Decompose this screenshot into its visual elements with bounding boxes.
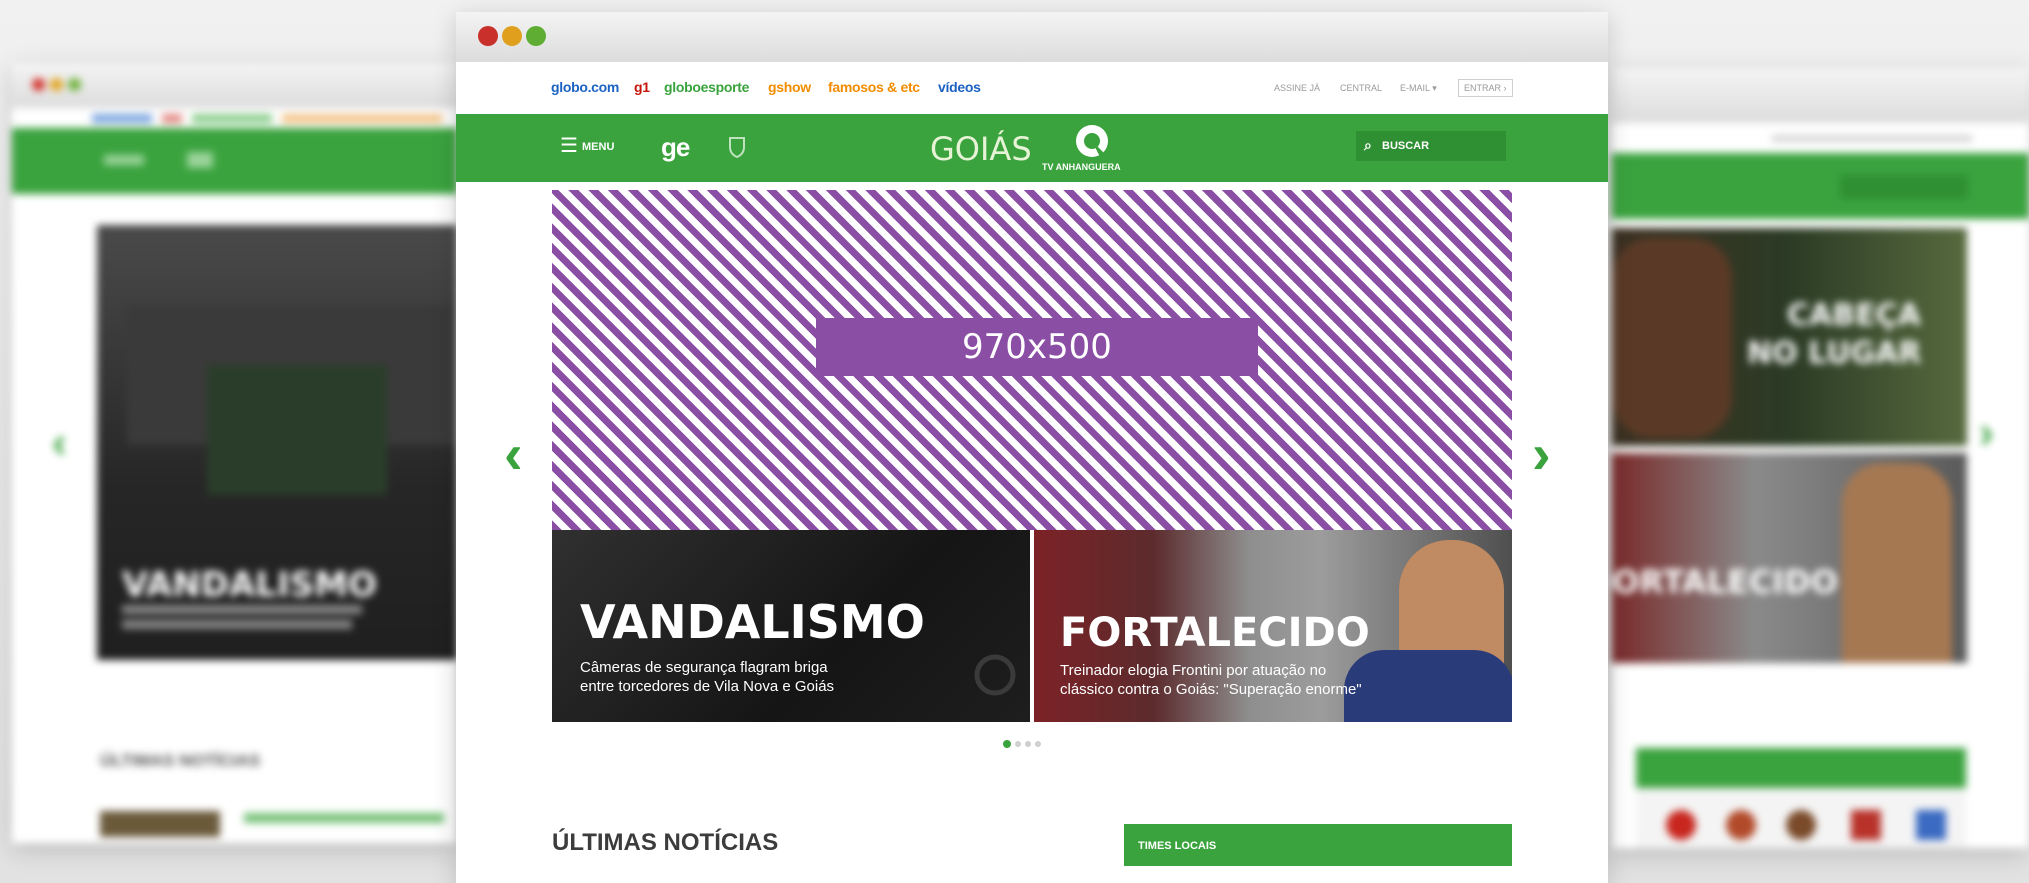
story-card: CABEÇA NO LUGAR (1612, 228, 1967, 446)
latest-news-heading: ÚLTIMAS NOTÍCIAS (100, 751, 261, 770)
pagination-dot[interactable] (1035, 741, 1041, 747)
local-teams-bar (1636, 748, 1966, 788)
globo-network-bar: globo.com g1 globoesporte gshow famosos … (456, 62, 1608, 115)
link-famosos[interactable]: famosos & etc (828, 79, 920, 95)
tv-name: TV ANHANGUERA (1042, 162, 1121, 172)
menu-label[interactable]: MENU (582, 141, 614, 153)
window-chrome (12, 63, 457, 108)
link-gshow[interactable]: gshow (768, 79, 811, 95)
story-card: VANDALISMO (97, 225, 457, 660)
news-headline (244, 813, 444, 823)
site-header: ☰ MENU ge GOIÁS TV ANHANGUERA ⌕ BUSCAR (456, 114, 1608, 182)
search-label: BUSCAR (1382, 140, 1430, 152)
minimize-dot-icon (50, 78, 63, 91)
ad-placeholder[interactable]: 970x500 (552, 190, 1512, 530)
globo-bar (12, 108, 457, 128)
story-subtitle-line1: Treinador elogia Frontini por atuação no (1060, 662, 1327, 679)
pagination-dot[interactable] (1015, 741, 1021, 747)
login-button[interactable]: ENTRAR › (1458, 79, 1513, 97)
maximize-dot-icon (68, 78, 81, 91)
browser-window: globo.com g1 globoesporte gshow famosos … (456, 12, 1608, 883)
tv-watermark-icon (974, 654, 1016, 696)
news-thumb (100, 811, 220, 837)
carousel-next-icon: › (1979, 408, 1994, 457)
background-window-right: CABEÇA NO LUGAR ORTALECIDO › (1612, 68, 2029, 848)
story-title-line2: NO LUGAR (1747, 336, 1922, 371)
tv-logo-icon (1076, 125, 1108, 157)
story-subtitle-line2: clássico contra o Goiás: "Superação enor… (1060, 681, 1362, 698)
close-dot-icon[interactable] (478, 26, 498, 46)
site-header (12, 128, 457, 194)
story-title-line1: CABEÇA (1787, 298, 1921, 333)
search-input[interactable]: ⌕ BUSCAR (1356, 131, 1506, 161)
email-dropdown[interactable]: E-MAIL ▾ (1400, 83, 1437, 94)
story-card-vandalismo[interactable]: VANDALISMO Câmeras de segurança flagram … (552, 530, 1030, 722)
link-globoesporte[interactable]: globoesporte (664, 79, 749, 95)
ad-size-label: 970x500 (816, 318, 1258, 376)
link-g1[interactable]: g1 (634, 79, 650, 95)
window-chrome (456, 12, 1608, 62)
search-icon: ⌕ (1364, 137, 1372, 153)
story-title: VANDALISMO (580, 595, 925, 649)
carousel: 970x500 VANDALISMO Câmeras de segurança … (552, 190, 1512, 722)
background-window-left: VANDALISMO ‹ ÚLTIMAS NOTÍCIAS (12, 63, 457, 843)
page-title: GOIÁS (930, 130, 1032, 168)
story-card: ORTALECIDO (1612, 453, 1967, 663)
story-title: VANDALISMO (122, 565, 377, 605)
minimize-dot-icon[interactable] (502, 26, 522, 46)
pagination-dot-active[interactable] (1003, 740, 1011, 748)
hamburger-icon[interactable]: ☰ (560, 136, 578, 156)
story-subtitle-line2: entre torcedores de Vila Nova e Goiás (580, 678, 835, 695)
link-globo[interactable]: globo.com (551, 79, 619, 95)
carousel-prev-icon: ‹ (52, 418, 67, 467)
story-card-fortalecido[interactable]: FORTALECIDO Treinador elogia Frontini po… (1034, 530, 1512, 722)
team-badges (1636, 788, 1966, 848)
close-dot-icon (32, 78, 45, 91)
email-label: E-MAIL (1400, 83, 1430, 93)
ge-logo[interactable]: ge (661, 132, 690, 163)
player-shirt (1344, 650, 1512, 722)
chevron-down-icon: ▾ (1432, 83, 1437, 93)
story-title: ORTALECIDO (1612, 563, 1838, 601)
login-label: ENTRAR (1464, 83, 1502, 93)
link-videos[interactable]: vídeos (938, 79, 981, 95)
local-teams-heading: TIMES LOCAIS (1138, 840, 1217, 852)
story-title: FORTALECIDO (1060, 610, 1370, 656)
latest-news-heading: ÚLTIMAS NOTÍCIAS (552, 829, 779, 856)
carousel-next-icon[interactable]: › (1532, 426, 1551, 482)
site-header (1612, 153, 2029, 219)
carousel-prev-icon[interactable]: ‹ (504, 426, 523, 482)
link-assine[interactable]: ASSINE JÁ (1274, 83, 1320, 93)
globo-bar (1612, 123, 2029, 153)
pagination-dot[interactable] (1025, 741, 1031, 747)
link-central[interactable]: CENTRAL (1340, 83, 1382, 93)
window-chrome (1612, 68, 2029, 123)
maximize-dot-icon[interactable] (526, 26, 546, 46)
local-teams-bar: TIMES LOCAIS (1124, 824, 1512, 866)
shield-icon[interactable] (728, 136, 746, 158)
story-subtitle-line1: Câmeras de segurança flagram briga (580, 659, 828, 676)
